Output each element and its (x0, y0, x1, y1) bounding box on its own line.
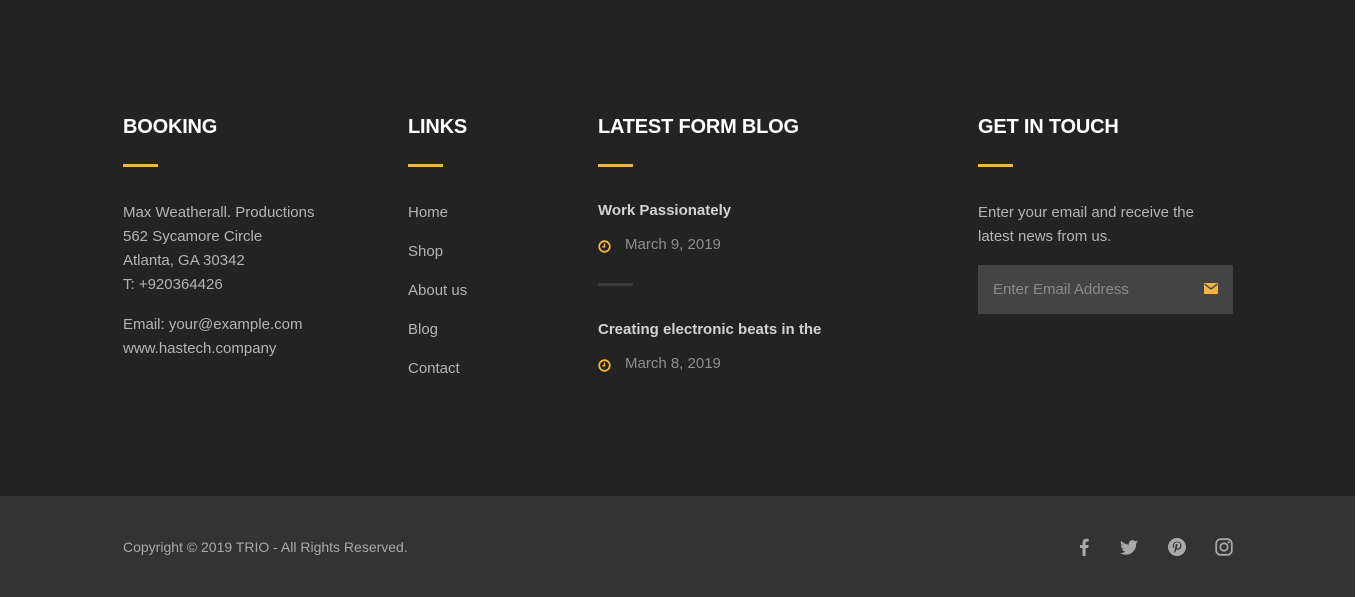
links-widget: LINKS Home Shop About us Blog Contact (408, 114, 568, 396)
title-underline (123, 164, 158, 167)
post-date-text: March 8, 2019 (625, 355, 721, 372)
address-gap (123, 297, 373, 313)
clock-icon (598, 239, 611, 253)
link-contact[interactable]: Contact (408, 360, 460, 377)
address-city: Atlanta, GA 30342 (123, 252, 245, 269)
blog-post: Creating electronic beats in the March 8… (598, 318, 938, 374)
address-phone: T: +920364426 (123, 276, 223, 293)
contact-widget: GET IN TOUCH Enter your email and receiv… (978, 114, 1238, 314)
pinterest-icon[interactable] (1167, 536, 1187, 558)
links-list: Home Shop About us Blog Contact (408, 201, 568, 396)
blog-widget: LATEST FORM BLOG Work Passionately March… (598, 114, 938, 374)
title-underline (408, 164, 443, 167)
list-item: Blog (408, 318, 568, 357)
instagram-icon[interactable] (1214, 536, 1234, 558)
newsletter-form (978, 265, 1233, 314)
title-underline (978, 164, 1013, 167)
twitter-icon[interactable] (1119, 536, 1139, 558)
link-home[interactable]: Home (408, 204, 448, 221)
booking-address: Max Weatherall. Productions 562 Sycamore… (123, 201, 373, 361)
envelope-icon (1203, 282, 1218, 297)
copyright-text: Copyright © 2019 TRIO - All Rights Reser… (123, 539, 408, 555)
link-about-us[interactable]: About us (408, 282, 467, 299)
post-title-link[interactable]: Creating electronic beats in the (598, 318, 938, 342)
address-email: Email: your@example.com (123, 316, 303, 333)
post-title-link[interactable]: Work Passionately (598, 199, 938, 223)
subscribe-button[interactable] (1188, 265, 1233, 314)
email-input[interactable] (978, 265, 1188, 314)
list-item: Home (408, 201, 568, 240)
newsletter-text: Enter your email and receive the latest … (978, 204, 1194, 245)
link-blog[interactable]: Blog (408, 321, 438, 338)
blog-post: Work Passionately March 9, 2019 (598, 199, 938, 255)
contact-title: GET IN TOUCH (978, 116, 1119, 138)
post-date: March 9, 2019 (598, 235, 938, 255)
post-divider (598, 283, 633, 286)
links-title: LINKS (408, 116, 468, 138)
address-company: Max Weatherall. Productions (123, 204, 315, 221)
address-website: www.hastech.company (123, 340, 277, 357)
link-shop[interactable]: Shop (408, 243, 443, 260)
post-date-text: March 9, 2019 (625, 236, 721, 253)
blog-title: LATEST FORM BLOG (598, 116, 799, 138)
list-item: Contact (408, 357, 568, 396)
facebook-icon[interactable] (1076, 536, 1092, 558)
booking-title: BOOKING (123, 116, 218, 138)
list-item: About us (408, 279, 568, 318)
address-street: 562 Sycamore Circle (123, 228, 263, 245)
title-underline (598, 164, 633, 167)
post-date: March 8, 2019 (598, 354, 938, 374)
list-item: Shop (408, 240, 568, 279)
clock-icon (598, 358, 611, 372)
booking-widget: BOOKING Max Weatherall. Productions 562 … (123, 114, 373, 361)
